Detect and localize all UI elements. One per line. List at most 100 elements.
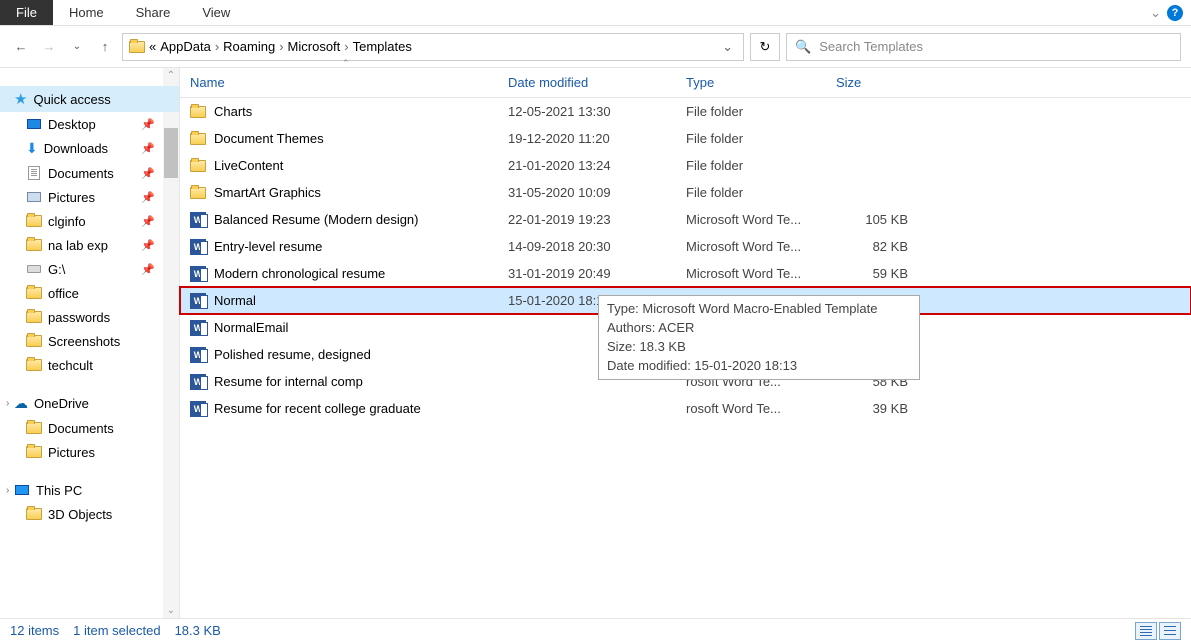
scroll-down-icon[interactable]: ⌄ <box>167 605 175 616</box>
file-name: Charts <box>214 104 252 119</box>
address-history-dropdown[interactable]: ⌄ <box>718 39 737 55</box>
file-name: Entry-level resume <box>214 239 322 254</box>
tab-view[interactable]: View <box>186 0 246 25</box>
nav-forward-button[interactable]: → <box>38 36 60 58</box>
file-name: Normal <box>214 293 256 308</box>
pc-icon <box>15 485 29 495</box>
help-icon[interactable]: ? <box>1167 5 1183 21</box>
file-name: SmartArt Graphics <box>214 185 321 200</box>
file-row[interactable]: WEntry-level resume14-09-2018 20:30Micro… <box>180 233 1191 260</box>
column-type[interactable]: Type <box>686 75 836 90</box>
file-type: File folder <box>686 104 836 119</box>
tree-item[interactable]: Documents📌 <box>0 161 179 185</box>
search-icon: 🔍 <box>795 39 811 55</box>
tab-home[interactable]: Home <box>53 0 120 25</box>
breadcrumb[interactable]: Templates <box>353 39 412 54</box>
tree-item-label: clginfo <box>48 214 86 229</box>
tree-item[interactable]: Screenshots <box>0 329 179 353</box>
tree-this-pc[interactable]: › This PC <box>0 478 179 502</box>
address-bar-row: ← → ⌄ ↑ « AppData› Roaming› Microsoft› T… <box>0 26 1191 68</box>
breadcrumb[interactable]: Microsoft› <box>288 39 349 54</box>
file-name: Resume for internal comp <box>214 374 363 389</box>
refresh-button[interactable]: ↻ <box>750 33 780 61</box>
tree-item-label: Desktop <box>48 117 96 132</box>
tree-onedrive[interactable]: › ☁ OneDrive <box>0 391 179 416</box>
file-date: 21-01-2020 13:24 <box>508 158 686 173</box>
sort-indicator-icon: ⌃ <box>342 58 350 69</box>
folder-icon <box>190 106 206 118</box>
nav-back-button[interactable]: ← <box>10 36 32 58</box>
tooltip-date: Date modified: 15-01-2020 18:13 <box>607 357 911 376</box>
file-row[interactable]: Charts12-05-2021 13:30File folder <box>180 98 1191 125</box>
tree-item[interactable]: Pictures <box>0 440 179 464</box>
ribbon-chevron-icon[interactable]: ⌄ <box>1150 5 1161 21</box>
file-row[interactable]: WBalanced Resume (Modern design)22-01-20… <box>180 206 1191 233</box>
nav-recent-dropdown[interactable]: ⌄ <box>66 36 88 58</box>
folder-icon <box>26 215 42 227</box>
file-date: 22-01-2019 19:23 <box>508 212 686 227</box>
file-type: Microsoft Word Te... <box>686 239 836 254</box>
tree-item[interactable]: G:\📌 <box>0 257 179 281</box>
tree-item[interactable]: ⬇Downloads📌 <box>0 136 179 161</box>
breadcrumb[interactable]: AppData› <box>160 39 219 54</box>
word-icon: W <box>190 374 206 390</box>
file-row[interactable]: LiveContent21-01-2020 13:24File folder <box>180 152 1191 179</box>
tab-file[interactable]: File <box>0 0 53 25</box>
file-size: 82 KB <box>836 239 916 254</box>
file-row[interactable]: SmartArt Graphics31-05-2020 10:09File fo… <box>180 179 1191 206</box>
navigation-tree: ⌃ ⌄ ★ Quick access Desktop📌⬇Downloads📌Do… <box>0 68 180 618</box>
tree-item[interactable]: techcult <box>0 353 179 377</box>
column-size[interactable]: Size <box>836 75 916 90</box>
tree-item[interactable]: Documents <box>0 416 179 440</box>
desktop-icon <box>27 119 41 129</box>
tree-item[interactable]: 3D Objects <box>0 502 179 526</box>
status-bar: 12 items 1 item selected 18.3 KB <box>0 618 1191 642</box>
column-date[interactable]: Date modified <box>508 75 686 90</box>
tree-item-label: Pictures <box>48 190 95 205</box>
file-size: 59 KB <box>836 266 916 281</box>
view-large-icons-button[interactable] <box>1159 622 1181 640</box>
file-tooltip: Type: Microsoft Word Macro-Enabled Templ… <box>598 295 920 380</box>
column-name[interactable]: Name <box>190 75 508 90</box>
tooltip-size: Size: 18.3 KB <box>607 338 911 357</box>
scroll-up-icon[interactable]: ⌃ <box>167 70 175 81</box>
tree-item-label: Pictures <box>48 445 95 460</box>
tooltip-authors: Authors: ACER <box>607 319 911 338</box>
nav-up-button[interactable]: ↑ <box>94 36 116 58</box>
file-row[interactable]: WModern chronological resume31-01-2019 2… <box>180 260 1191 287</box>
tree-item[interactable]: Pictures📌 <box>0 185 179 209</box>
tree-item[interactable]: office <box>0 281 179 305</box>
breadcrumb[interactable]: Roaming› <box>223 39 283 54</box>
word-icon: W <box>190 212 206 228</box>
folder-icon <box>26 446 42 458</box>
word-icon: W <box>190 239 206 255</box>
folder-icon <box>26 239 42 251</box>
star-icon: ★ <box>14 90 27 108</box>
address-bar[interactable]: « AppData› Roaming› Microsoft› Templates… <box>122 33 744 61</box>
tree-item-label: Downloads <box>44 141 108 156</box>
pin-icon: 📌 <box>141 167 175 180</box>
picture-icon <box>27 192 41 202</box>
chevron-right-icon: › <box>215 39 219 54</box>
document-icon <box>28 166 40 180</box>
main-content: ⌃ ⌄ ★ Quick access Desktop📌⬇Downloads📌Do… <box>0 68 1191 618</box>
tree-item-label: Documents <box>48 421 114 436</box>
search-input[interactable]: 🔍 Search Templates <box>786 33 1181 61</box>
tree-item-label: passwords <box>48 310 110 325</box>
word-icon: W <box>190 266 206 282</box>
file-name: Modern chronological resume <box>214 266 385 281</box>
tab-share[interactable]: Share <box>120 0 187 25</box>
file-row[interactable]: Document Themes19-12-2020 11:20File fold… <box>180 125 1191 152</box>
tree-quick-access[interactable]: ★ Quick access <box>0 86 179 112</box>
status-selected-count: 1 item selected <box>73 623 160 638</box>
tree-item[interactable]: Desktop 📌 <box>0 112 179 136</box>
word-icon: W <box>190 320 206 336</box>
tree-item[interactable]: na lab exp📌 <box>0 233 179 257</box>
tree-item[interactable]: passwords <box>0 305 179 329</box>
tree-item[interactable]: clginfo📌 <box>0 209 179 233</box>
file-type: Microsoft Word Te... <box>686 266 836 281</box>
view-details-button[interactable] <box>1135 622 1157 640</box>
pin-icon: 📌 <box>141 118 175 131</box>
folder-icon <box>26 508 42 520</box>
file-row[interactable]: WResume for recent college graduaterosof… <box>180 395 1191 422</box>
